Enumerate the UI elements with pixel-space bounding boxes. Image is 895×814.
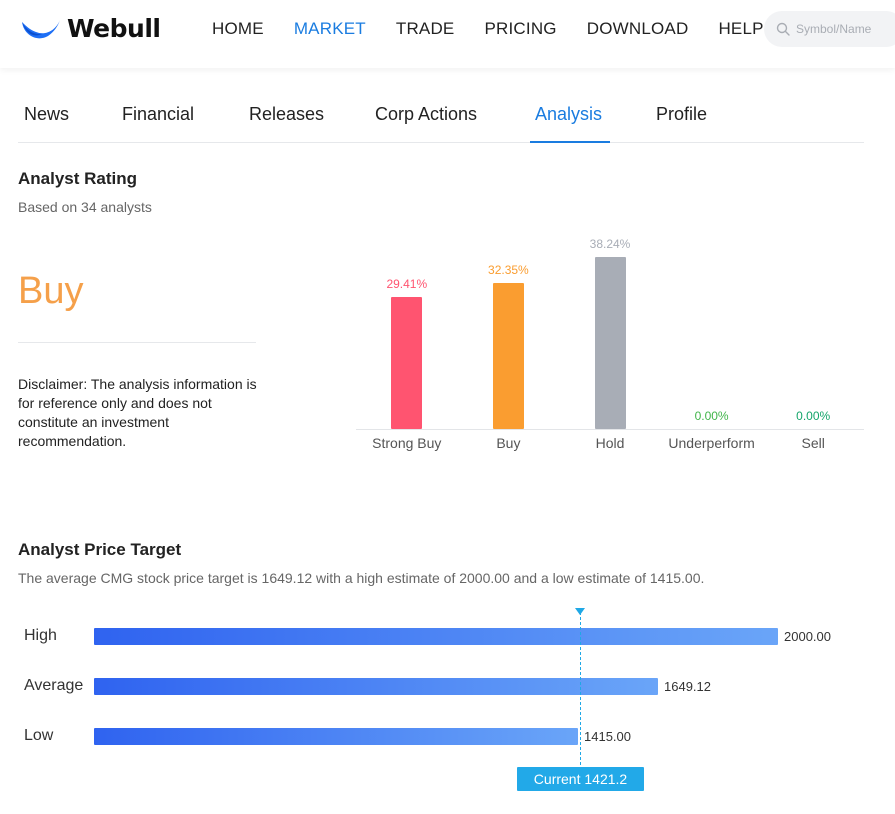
rating-category-buy: Buy — [496, 435, 521, 451]
rating-category-underperform: Underperform — [668, 435, 755, 451]
consensus-rating: Buy — [18, 270, 84, 312]
nav-download[interactable]: DOWNLOAD — [587, 19, 689, 39]
current-price-marker — [575, 608, 585, 615]
analyst-count: Based on 34 analysts — [18, 199, 152, 215]
price-target-label-high: High — [24, 627, 57, 644]
price-target-value-average: 1649.12 — [664, 679, 711, 694]
rating-category-hold: Hold — [595, 435, 625, 451]
active-tab-indicator — [530, 141, 610, 143]
price-target-bar-average — [94, 678, 658, 695]
webull-logo[interactable]: Webull — [20, 14, 161, 43]
webull-logo-icon — [22, 19, 60, 38]
price-target-value-low: 1415.00 — [584, 729, 631, 744]
price-target-bar-high — [94, 628, 778, 645]
tab-corp-actions[interactable]: Corp Actions — [375, 104, 477, 137]
nav-home[interactable]: HOME — [212, 19, 264, 39]
rating-category-strong-buy: Strong Buy — [372, 435, 442, 451]
rating-bar-buy — [492, 283, 524, 429]
price-target-summary: The average CMG stock price target is 16… — [18, 570, 705, 586]
nav-help[interactable]: HELP — [718, 19, 763, 39]
nav-pricing[interactable]: PRICING — [484, 19, 556, 39]
rating-value-underperform: 0.00% — [694, 409, 729, 423]
disclaimer-text: Disclaimer: The analysis information is … — [18, 376, 257, 449]
search-box[interactable] — [764, 11, 895, 47]
price-target-label-average: Average — [24, 677, 84, 694]
tab-analysis[interactable]: Analysis — [535, 104, 602, 137]
search-icon — [776, 22, 790, 36]
rating-value-strong-buy: 29.41% — [386, 277, 428, 291]
search-input[interactable] — [796, 22, 895, 36]
main-nav: HOME MARKET TRADE PRICING DOWNLOAD HELP — [212, 19, 794, 39]
rating-value-sell: 0.00% — [796, 409, 831, 423]
analyst-rating-chart: 29.41% Strong Buy 32.35% Buy 38.24% Hold 0.00%… — [356, 230, 864, 455]
rating-bar-hold — [594, 257, 626, 429]
tab-profile[interactable]: Profile — [656, 104, 707, 137]
price-target-value-high: 2000.00 — [784, 629, 831, 644]
current-price-badge: Current 1421.2 — [517, 767, 644, 791]
nav-trade[interactable]: TRADE — [396, 19, 455, 39]
rating-value-hold: 38.24% — [589, 237, 631, 251]
current-price-line — [580, 612, 581, 770]
stock-detail-tabs: News Financial Releases Corp Actions Ana… — [18, 100, 864, 143]
rating-bar-strong-buy — [391, 297, 423, 429]
price-target-title: Analyst Price Target — [18, 540, 182, 559]
tab-news[interactable]: News — [24, 104, 69, 137]
price-target-bar-low — [94, 728, 578, 745]
top-navigation-bar: Webull HOME MARKET TRADE PRICING DOWNLOA… — [0, 0, 895, 68]
brand-name: Webull — [67, 14, 161, 43]
rating-divider — [18, 342, 256, 343]
price-target-label-low: Low — [24, 727, 54, 744]
chart-baseline — [356, 429, 864, 430]
tab-financial[interactable]: Financial — [122, 104, 194, 137]
tab-releases[interactable]: Releases — [249, 104, 324, 137]
nav-market[interactable]: MARKET — [294, 19, 366, 39]
rating-category-sell: Sell — [801, 435, 825, 451]
rating-value-buy: 32.35% — [488, 263, 529, 277]
analyst-rating-title: Analyst Rating — [18, 169, 138, 188]
